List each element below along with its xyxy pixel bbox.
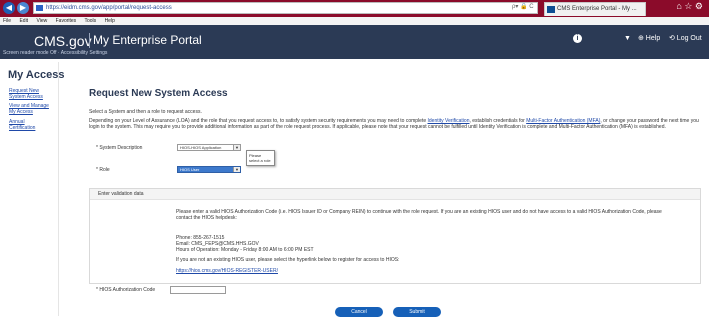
role-select[interactable]: HIOS User ▼: [177, 166, 241, 173]
system-description-select[interactable]: HIOS-HIOS Application ▼: [177, 144, 241, 151]
register-instructions: If you are not an existing HIOS user, pl…: [176, 257, 400, 263]
validation-heading: Enter validation data: [90, 189, 700, 200]
forward-arrow-icon[interactable]: ▶: [17, 2, 29, 14]
page-title: Request New System Access: [89, 88, 228, 99]
cms-logo[interactable]: CMS.gov: [34, 33, 92, 49]
system-description-value: HIOS-HIOS Application: [180, 145, 222, 150]
chevron-down-icon: ▼: [233, 167, 240, 172]
accessibility-links[interactable]: Screen reader mode Off · Accessibility S…: [3, 50, 107, 56]
chevron-down-icon: ▼: [233, 145, 240, 150]
system-description-label: * System Description: [96, 145, 143, 151]
role-label: * Role: [96, 167, 110, 173]
sidebar-link-request-access[interactable]: Request New System Access: [9, 88, 49, 100]
address-bar[interactable]: https://eidm.cms.gov/app/portal/request-…: [33, 2, 538, 14]
browser-tab[interactable]: CMS Enterprise Portal - My ...: [544, 2, 646, 16]
hios-code-label: * HIOS Authorization Code: [96, 287, 156, 293]
menu-edit[interactable]: Edit: [19, 18, 28, 24]
requirements-paragraph: Depending on your Level of Assurance (LO…: [89, 118, 699, 130]
back-arrow-icon[interactable]: ◀: [3, 2, 15, 14]
logout-link[interactable]: ⟲ Log Out: [669, 34, 702, 42]
sidebar-title: My Access: [8, 69, 65, 81]
address-tools[interactable]: ρ▾ 🔒 C: [512, 2, 534, 12]
info-icon[interactable]: i: [573, 34, 582, 43]
menu-file[interactable]: File: [3, 18, 11, 24]
menu-help[interactable]: Help: [105, 18, 115, 24]
role-value: HIOS User: [180, 167, 200, 172]
browser-title-bar: ◀ ▶ https://eidm.cms.gov/app/portal/requ…: [0, 0, 709, 17]
cancel-button[interactable]: Cancel: [335, 307, 383, 317]
role-tooltip: Please select a role: [246, 150, 275, 166]
tab-title: CMS Enterprise Portal - My ...: [557, 6, 637, 12]
sidebar-link-annual-certification[interactable]: Annual Certification: [9, 119, 49, 131]
helpdesk-hours: Hours of Operation: Monday - Friday 8:00…: [176, 247, 314, 253]
validation-panel: Enter validation data Please enter a val…: [89, 188, 701, 284]
sidebar-divider: [58, 62, 59, 316]
validation-instructions: Please enter a valid HIOS Authorization …: [176, 209, 662, 221]
submit-button[interactable]: Submit: [393, 307, 441, 317]
intro-text: Select a System and then a role to reque…: [89, 109, 202, 115]
site-favicon-icon: [36, 5, 43, 11]
menu-favorites[interactable]: Favorites: [56, 18, 77, 24]
hios-register-link[interactable]: https://hios.cms.gov/HIOS-REGISTER-USER/: [176, 268, 278, 274]
menu-view[interactable]: View: [36, 18, 47, 24]
address-text: https://eidm.cms.gov/app/portal/request-…: [46, 5, 172, 11]
sidebar-link-manage-access[interactable]: View and Manage My Access: [9, 103, 49, 115]
portal-header: CMS.gov My Enterprise Portal Screen read…: [0, 25, 709, 59]
chevron-down-icon[interactable]: ▼: [624, 35, 631, 42]
help-link[interactable]: ⊕ Help: [638, 34, 660, 42]
logo-divider: [89, 33, 90, 48]
menu-tools[interactable]: Tools: [84, 18, 96, 24]
portal-name: My Enterprise Portal: [93, 33, 202, 47]
tab-favicon-icon: [547, 6, 555, 13]
window-controls[interactable]: ⌂ ☆ ⚙: [676, 1, 703, 12]
browser-menu-bar: File Edit View Favorites Tools Help: [0, 17, 709, 25]
hios-code-input[interactable]: [170, 286, 226, 294]
